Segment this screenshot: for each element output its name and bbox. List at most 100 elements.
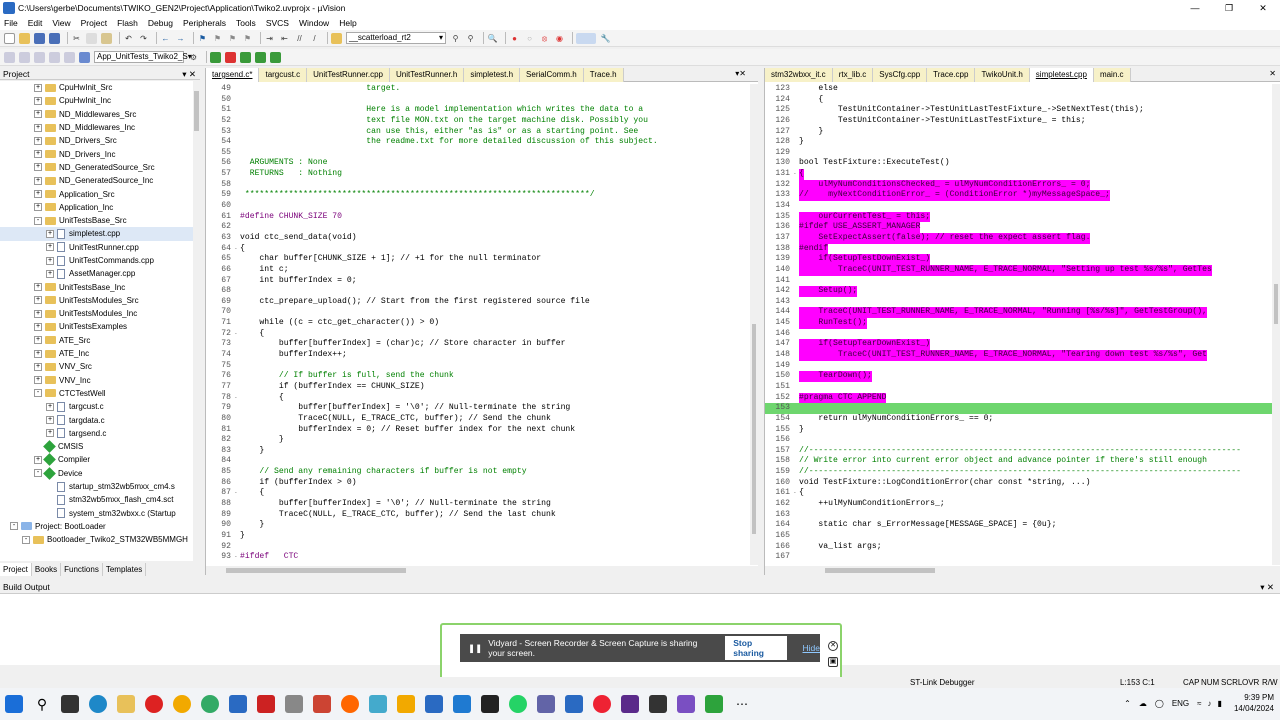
expand-toggle-icon[interactable]: +	[34, 455, 42, 464]
expand-toggle-icon[interactable]: +	[34, 123, 42, 132]
clock[interactable]: 9:39 PM 14/04/2024	[1234, 692, 1274, 714]
media-icon[interactable]	[257, 695, 275, 713]
editor-tab[interactable]: stm32wbxx_it.c	[765, 68, 833, 82]
menu-item-window[interactable]: Window	[299, 18, 329, 28]
fold-marker[interactable]	[234, 542, 240, 553]
project-tree-scrollbar[interactable]	[193, 81, 200, 561]
expand-toggle-icon[interactable]: +	[34, 362, 42, 371]
incremental-find-icon[interactable]: ⚲	[465, 33, 476, 44]
file-extensions-icon[interactable]	[225, 51, 236, 63]
search-icon[interactable]: ⚲	[33, 695, 51, 713]
tree-item[interactable]: system_stm32wbxx.c (Startup	[0, 507, 200, 520]
fold-marker[interactable]	[793, 510, 799, 521]
expand-toggle-icon[interactable]: +	[34, 163, 42, 172]
recorder-icon[interactable]	[593, 695, 611, 713]
editor-tab[interactable]: UnitTestRunner.h	[389, 68, 465, 82]
fold-marker[interactable]	[793, 297, 799, 308]
select-packs-icon[interactable]	[255, 51, 266, 63]
left-code-view[interactable]: 49 target. 50 51 Here is a model implement…	[206, 84, 750, 565]
kill-all-breakpoints-icon[interactable]: ◉	[554, 33, 565, 44]
expand-toggle-icon[interactable]: +	[46, 243, 54, 252]
comment-icon[interactable]: //	[294, 33, 305, 44]
app-icon[interactable]	[285, 695, 303, 713]
bookmark-icon[interactable]: ⚑	[197, 33, 208, 44]
expand-toggle-icon[interactable]: +	[34, 136, 42, 145]
uncomment-icon[interactable]: /	[309, 33, 320, 44]
file-explorer-icon[interactable]	[117, 695, 135, 713]
tree-item[interactable]: + ND_Drivers_Src	[0, 134, 200, 147]
fold-marker[interactable]	[234, 222, 240, 233]
expand-toggle-icon[interactable]: +	[34, 190, 42, 199]
tree-item[interactable]: + UnitTestRunner.cpp	[0, 241, 200, 254]
fold-marker[interactable]	[234, 201, 240, 212]
expand-toggle-icon[interactable]	[46, 496, 54, 504]
expand-toggle-icon[interactable]: +	[34, 150, 42, 159]
save-all-icon[interactable]	[49, 32, 60, 44]
panel-tab-functions[interactable]: Functions	[61, 563, 103, 576]
forward-icon[interactable]: →	[175, 33, 186, 44]
expand-toggle-icon[interactable]: +	[34, 309, 42, 318]
tree-item[interactable]: - Bootloader_Twiko2_STM32WB5MMGH	[0, 533, 200, 546]
indent-icon[interactable]: ⇥	[264, 33, 275, 44]
editor-tab[interactable]: targcust.c	[259, 68, 308, 82]
onenote-icon[interactable]	[621, 695, 639, 713]
left-editor-vscroll[interactable]	[750, 84, 758, 565]
fold-marker[interactable]	[793, 276, 799, 287]
expand-toggle-icon[interactable]: -	[34, 389, 42, 398]
editor-tab[interactable]: targsend.c*	[206, 68, 260, 82]
tree-item[interactable]: - Device	[0, 466, 200, 480]
menu-item-project[interactable]: Project	[81, 18, 107, 28]
debug-session-icon[interactable]: 🔍	[487, 33, 498, 44]
tree-item[interactable]: + UnitTestsBase_Inc	[0, 280, 200, 293]
git-icon[interactable]	[313, 695, 331, 713]
language-indicator[interactable]: ENG	[1172, 699, 1189, 708]
expand-toggle-icon[interactable]: +	[34, 176, 42, 185]
chrome-icon[interactable]	[173, 695, 191, 713]
tree-item[interactable]: + UnitTestsExamples	[0, 320, 200, 333]
undo-icon[interactable]: ↶	[123, 33, 134, 44]
editor-tab[interactable]: rtx_lib.c	[832, 68, 874, 82]
restore-button[interactable]: ❐	[1212, 0, 1246, 16]
store-icon[interactable]	[425, 695, 443, 713]
manage-rte-icon[interactable]	[270, 51, 281, 63]
expand-toggle-icon[interactable]: +	[46, 229, 54, 238]
editor-tab[interactable]: simpletest.cpp	[1029, 68, 1094, 82]
tree-item[interactable]: + CpuHwInit_Src	[0, 81, 200, 94]
redo-icon[interactable]: ↷	[138, 33, 149, 44]
minimize-button[interactable]: —	[1178, 0, 1212, 16]
menu-item-file[interactable]: File	[4, 18, 18, 28]
terminal-icon[interactable]	[481, 695, 499, 713]
chevron-up-icon[interactable]: ⌃	[1124, 699, 1131, 708]
left-editor-hscroll[interactable]	[206, 566, 758, 575]
tree-item[interactable]: + Compiler	[0, 453, 200, 467]
expand-toggle-icon[interactable]	[46, 483, 54, 491]
unindent-icon[interactable]: ⇤	[279, 33, 290, 44]
editor-tab[interactable]: UnitTestRunner.cpp	[307, 68, 390, 82]
tree-item[interactable]: - Project: BootLoader	[0, 520, 200, 533]
editor-tab[interactable]: SysCfg.cpp	[873, 68, 928, 82]
kill-breakpoints-icon[interactable]: ⦻	[539, 33, 550, 44]
disable-breakpoint-icon[interactable]: ○	[524, 33, 535, 44]
clear-bookmarks-icon[interactable]: ⚑	[242, 33, 253, 44]
manage-project-icon[interactable]	[210, 51, 221, 63]
next-bookmark-icon[interactable]: ⚑	[227, 33, 238, 44]
fold-marker[interactable]	[793, 435, 799, 446]
wifi-icon[interactable]: ≈	[1197, 699, 1201, 708]
expand-toggle-icon[interactable]: +	[34, 349, 42, 358]
options-for-target-icon[interactable]: ⚙	[188, 52, 199, 63]
tree-item[interactable]: + Application_Inc	[0, 201, 200, 214]
editor-tab[interactable]: main.c	[1093, 68, 1131, 82]
tree-item[interactable]: + ATE_Inc	[0, 347, 200, 360]
fold-marker[interactable]	[793, 552, 799, 563]
tree-item[interactable]: + ND_Middlewares_Src	[0, 108, 200, 121]
tree-item[interactable]: + ATE_Src	[0, 334, 200, 347]
stop-sharing-button[interactable]: Stop sharing	[725, 636, 787, 660]
menu-item-peripherals[interactable]: Peripherals	[183, 18, 226, 28]
more-icon[interactable]: ⋯	[733, 695, 751, 713]
stop-build-icon[interactable]	[64, 51, 75, 63]
expand-toggle-icon[interactable]: +	[34, 203, 42, 212]
expand-toggle-icon[interactable]: +	[46, 429, 54, 438]
right-tab-close-icon[interactable]: ✕	[1269, 69, 1276, 78]
panel-tab-project[interactable]: Project	[0, 563, 32, 576]
menu-item-svcs[interactable]: SVCS	[266, 18, 289, 28]
